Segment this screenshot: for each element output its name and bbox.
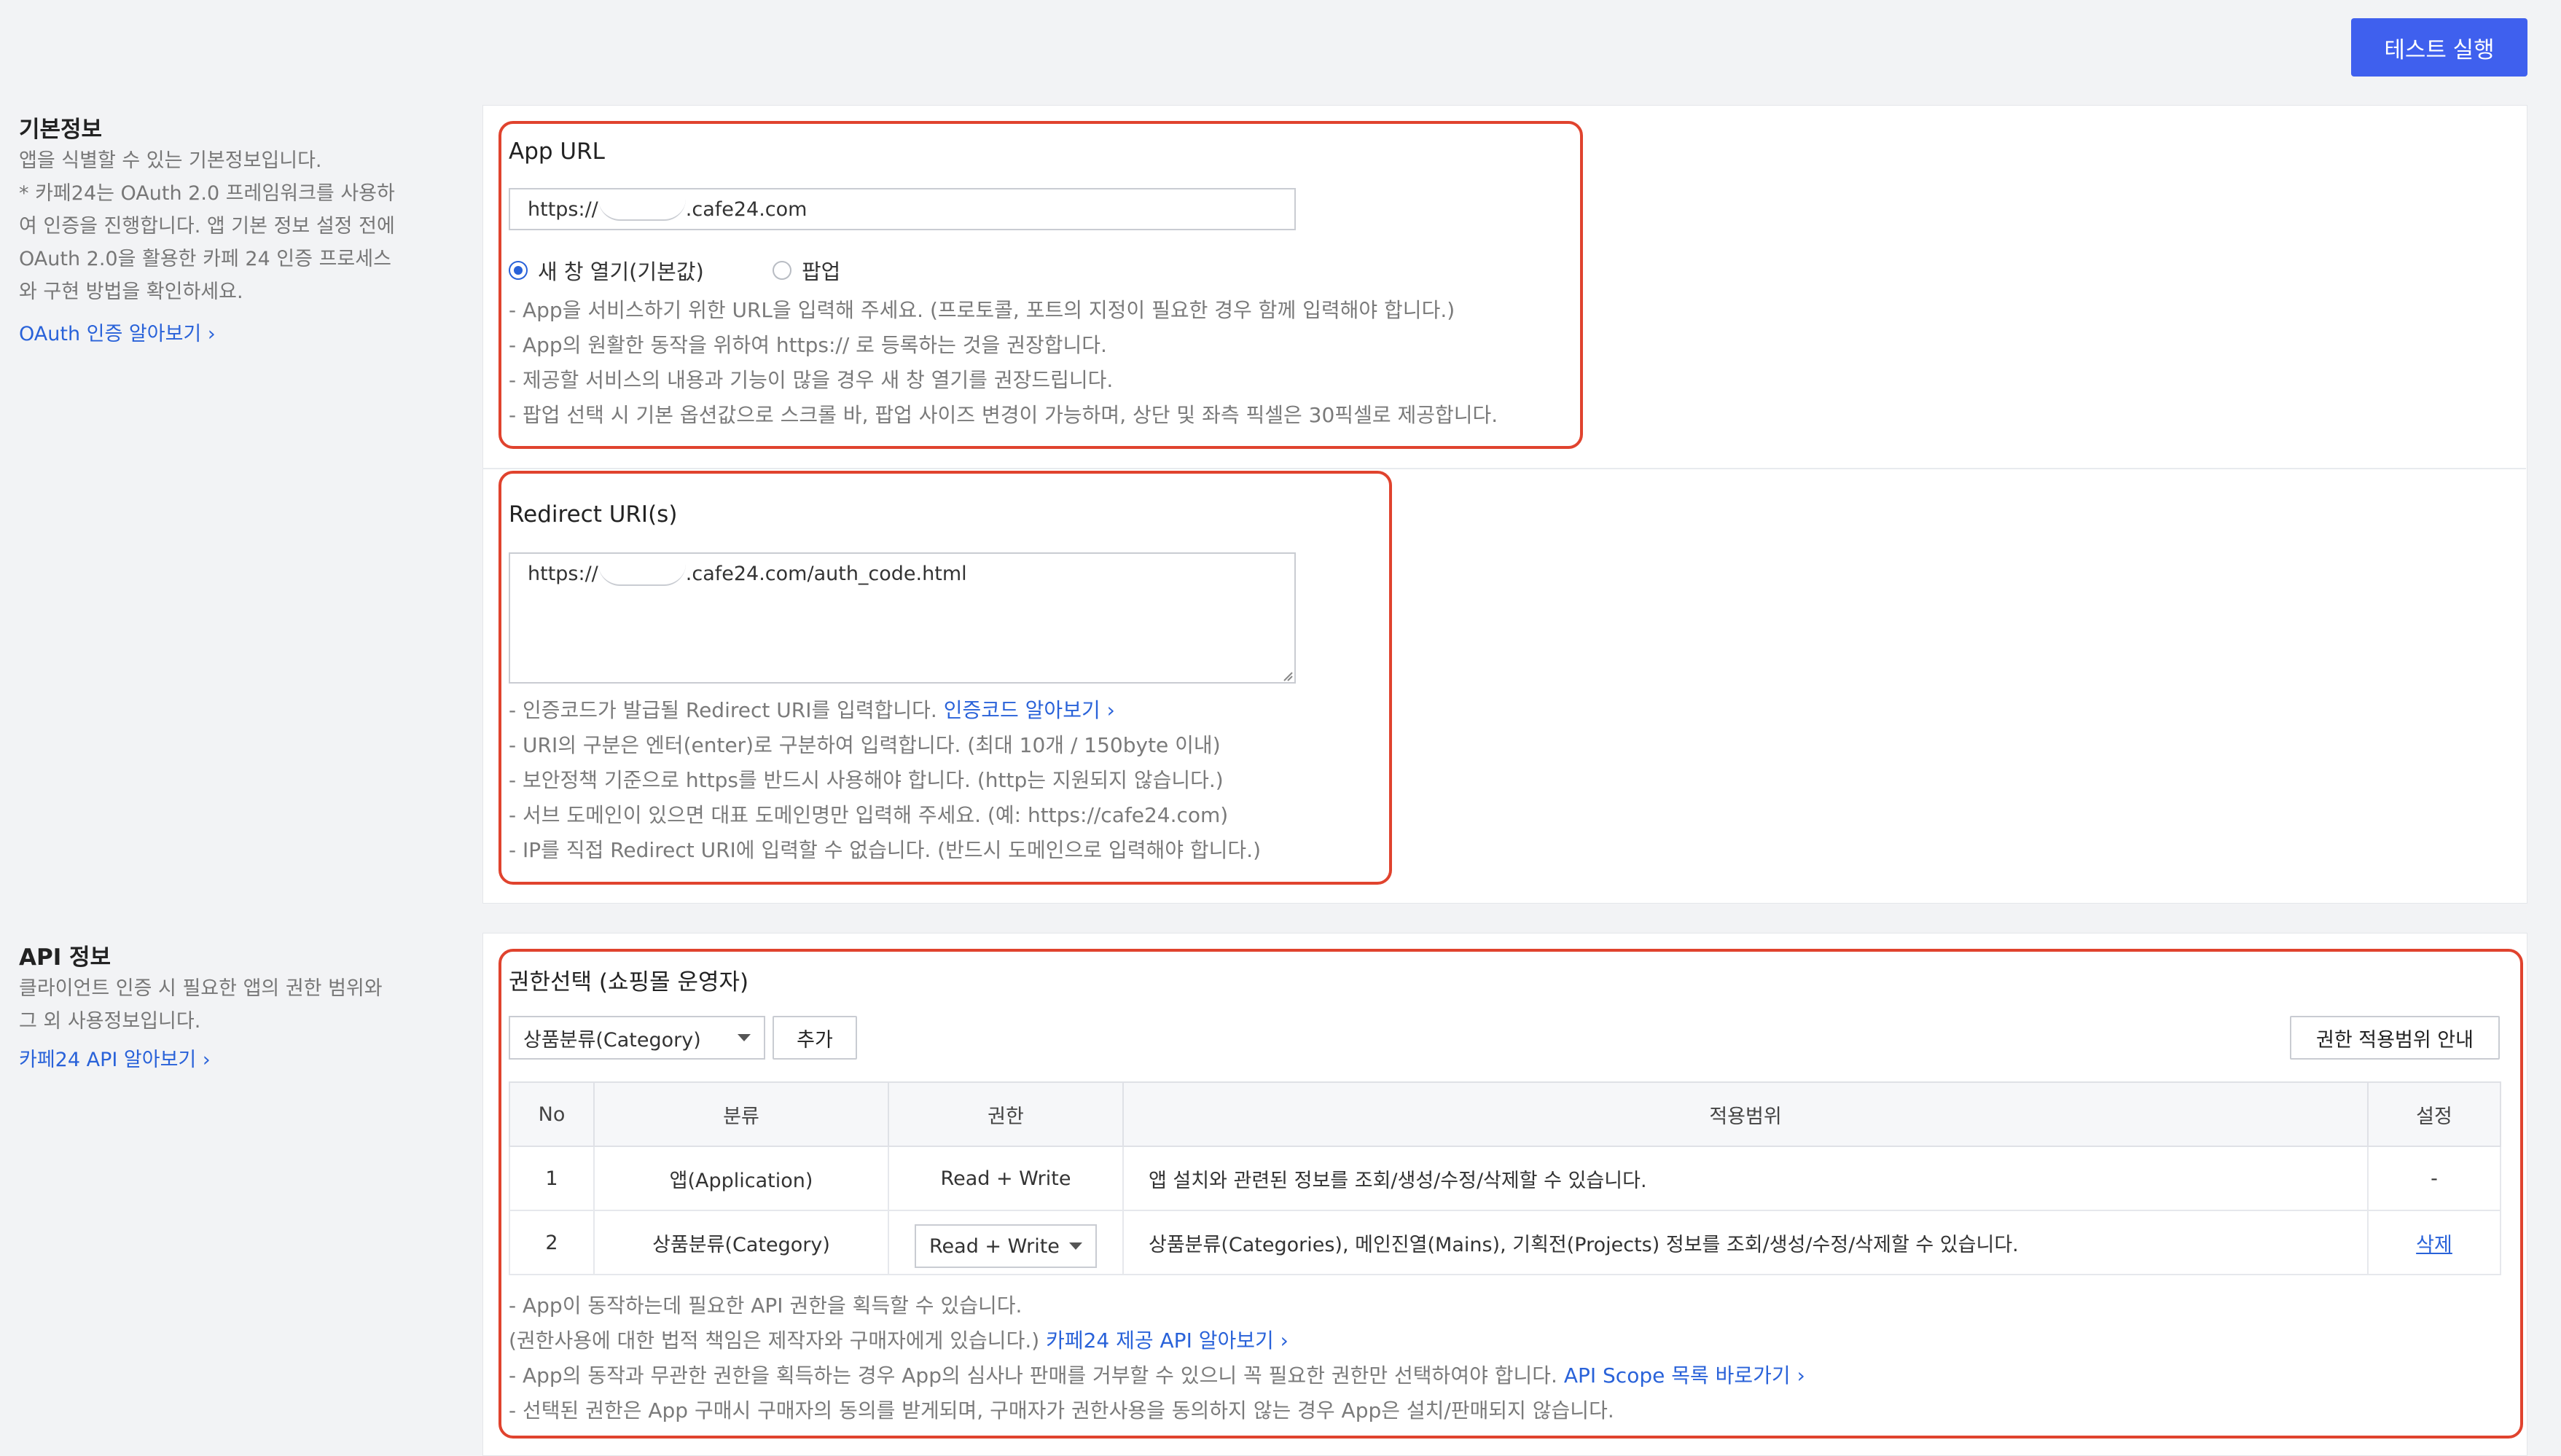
api-scope-list-link[interactable]: API Scope 목록 바로가기 ›	[1564, 1363, 1805, 1387]
radio-popup[interactable]: 팝업	[773, 255, 840, 286]
radio-new-window-label: 새 창 열기(기본값)	[538, 259, 704, 284]
oauth-learn-link[interactable]: OAuth 인증 알아보기 ›	[19, 318, 216, 346]
row-scope: 앱 설치와 관련된 정보를 조회/생성/수정/삭제할 수 있습니다.	[1122, 1146, 2369, 1211]
basic-info-description: 앱을 식별할 수 있는 기본정보입니다. * 카페24는 OAuth 2.0 프…	[19, 144, 442, 308]
redirect-prefix: https://	[528, 563, 598, 585]
auth-code-learn-link[interactable]: 인증코드 알아보기 ›	[944, 698, 1115, 722]
row-category: 상품분류(Category)	[593, 1210, 889, 1275]
basic-info-desc-line: OAuth 2.0을 활용한 카페 24 인증 프로세스	[19, 248, 391, 270]
column-header: 분류	[593, 1081, 889, 1147]
cafe24-api-learn-link[interactable]: 카페24 API 알아보기 ›	[19, 1044, 211, 1072]
row-permission: Read + Write	[888, 1146, 1124, 1211]
help-line: - App의 원활한 동작을 위하여 https:// 로 등록하는 것을 권장…	[509, 333, 1107, 357]
row-scope: 상품분류(Categories), 메인진열(Mains), 기획전(Proje…	[1122, 1210, 2369, 1275]
help-line: - URI의 구분은 엔터(enter)로 구분하여 입력합니다. (최대 10…	[509, 733, 1221, 757]
permission-help: - App이 동작하는데 필요한 API 권한을 획득할 수 있습니다. (권한…	[509, 1288, 1805, 1428]
api-info-desc-line: 클라이언트 인증 시 필요한 앱의 권한 범위와	[19, 977, 383, 1000]
help-line: - 인증코드가 발급될 Redirect URI를 입력합니다. 인증코드 알아…	[509, 693, 1261, 728]
column-header: No	[509, 1081, 595, 1147]
row-permission-cell: Read + Write	[888, 1210, 1124, 1275]
app-url-help: - App을 서비스하기 위한 URL을 입력해 주세요. (프로토콜, 포트의…	[509, 293, 1498, 433]
api-info-desc-line: 그 외 사용정보입니다.	[19, 1010, 201, 1033]
help-line: - App의 동작과 무관한 권한을 획득하는 경우 App의 심사나 판매를 …	[509, 1358, 1805, 1393]
api-info-description: 클라이언트 인증 시 필요한 앱의 권한 범위와 그 외 사용정보입니다.	[19, 972, 442, 1038]
app-url-prefix: https://	[528, 197, 598, 221]
help-line: - 팝업 선택 시 기본 옵션값으로 스크롤 바, 팝업 사이즈 변경이 가능하…	[509, 403, 1498, 427]
row-permission-select[interactable]: Read + Write	[915, 1224, 1097, 1268]
section-divider	[482, 468, 2526, 469]
basic-info-desc-line: 앱을 식별할 수 있는 기본정보입니다.	[19, 149, 322, 172]
help-line: - 선택된 권한은 App 구매시 구매자의 동의를 받게되며, 구매자가 권한…	[509, 1398, 1614, 1422]
table-header-row: No 분류 권한 적용범위 설정	[509, 1081, 2501, 1147]
masked-subdomain	[598, 563, 686, 586]
delete-link[interactable]: 삭제	[2416, 1234, 2452, 1256]
chevron-down-icon	[738, 1034, 751, 1041]
permission-label: 권한선택 (쇼핑몰 운영자)	[509, 969, 749, 995]
radio-new-window[interactable]: 새 창 열기(기본값)	[509, 255, 704, 286]
masked-subdomain	[598, 197, 686, 221]
basic-info-desc-line: 여 인증을 진행합니다. 앱 기본 정보 설정 전에	[19, 215, 395, 238]
column-header: 적용범위	[1122, 1081, 2369, 1147]
help-line: (권한사용에 대한 법적 책임은 제작자와 구매자에게 있습니다.) 카페24 …	[509, 1323, 1805, 1358]
help-line: - App이 동작하는데 필요한 API 권한을 획득할 수 있습니다.	[509, 1293, 1023, 1318]
help-line: - IP를 직접 Redirect URI에 입력할 수 없습니다. (반드시 …	[509, 838, 1262, 862]
redirect-help: - 인증코드가 발급될 Redirect URI를 입력합니다. 인증코드 알아…	[509, 693, 1261, 868]
help-text: (권한사용에 대한 법적 책임은 제작자와 구매자에게 있습니다.)	[509, 1328, 1047, 1353]
resize-handle-icon[interactable]	[1283, 670, 1293, 681]
row-setting-cell: 삭제	[2367, 1210, 2501, 1275]
help-line: - App을 서비스하기 위한 URL을 입력해 주세요. (프로토콜, 포트의…	[509, 298, 1455, 322]
row-category: 앱(Application)	[593, 1146, 889, 1211]
redirect-uri-textarea[interactable]: https:// .cafe24.com/auth_code.html	[509, 552, 1296, 684]
help-line: - 보안정책 기준으로 https를 반드시 사용해야 합니다. (http는 …	[509, 768, 1224, 792]
permission-category-select[interactable]: 상품분류(Category)	[509, 1016, 765, 1060]
scope-guide-button[interactable]: 권한 적용범위 안내	[2290, 1016, 2500, 1060]
column-header: 권한	[888, 1081, 1124, 1147]
radio-unchecked-icon	[773, 261, 791, 280]
chevron-down-icon	[1069, 1242, 1082, 1250]
select-value: 상품분류(Category)	[523, 1028, 701, 1052]
select-value: Read + Write	[929, 1234, 1060, 1258]
redirect-uri-label: Redirect URI(s)	[509, 501, 678, 528]
api-info-title: API 정보	[19, 944, 112, 971]
redirect-suffix: .cafe24.com/auth_code.html	[685, 563, 967, 585]
help-line: - 제공할 서비스의 내용과 기능이 많을 경우 새 창 열기를 권장드립니다.	[509, 368, 1114, 392]
app-url-label: App URL	[509, 138, 605, 165]
table-row: 2 상품분류(Category) Read + Write 상품분류(Categ…	[509, 1210, 2501, 1275]
help-text: - 인증코드가 발급될 Redirect URI를 입력합니다.	[509, 698, 944, 722]
column-header: 설정	[2367, 1081, 2501, 1147]
permission-table: No 분류 권한 적용범위 설정 1 앱(Application) Read +…	[509, 1081, 2501, 1275]
basic-info-desc-line: * 카페24는 OAuth 2.0 프레임워크를 사용하	[19, 182, 395, 205]
help-line: - 서브 도메인이 있으면 대표 도메인명만 입력해 주세요. (예: http…	[509, 803, 1229, 827]
help-text: - App의 동작과 무관한 권한을 획득하는 경우 App의 심사나 판매를 …	[509, 1363, 1564, 1387]
app-url-suffix: .cafe24.com	[685, 197, 808, 221]
basic-info-title: 기본정보	[19, 117, 103, 143]
row-number: 1	[509, 1146, 595, 1211]
app-url-input[interactable]: https:// .cafe24.com	[509, 188, 1296, 230]
cafe24-api-link[interactable]: 카페24 제공 API 알아보기 ›	[1046, 1328, 1289, 1353]
radio-checked-icon	[509, 261, 528, 280]
basic-info-desc-line: 와 구현 방법을 확인하세요.	[19, 281, 243, 303]
radio-popup-label: 팝업	[802, 259, 841, 284]
test-run-button[interactable]: 테스트 실행	[2351, 18, 2527, 77]
row-number: 2	[509, 1210, 595, 1275]
table-row: 1 앱(Application) Read + Write 앱 설치와 관련된 …	[509, 1146, 2501, 1211]
row-setting: -	[2367, 1146, 2501, 1211]
add-permission-button[interactable]: 추가	[773, 1016, 857, 1060]
